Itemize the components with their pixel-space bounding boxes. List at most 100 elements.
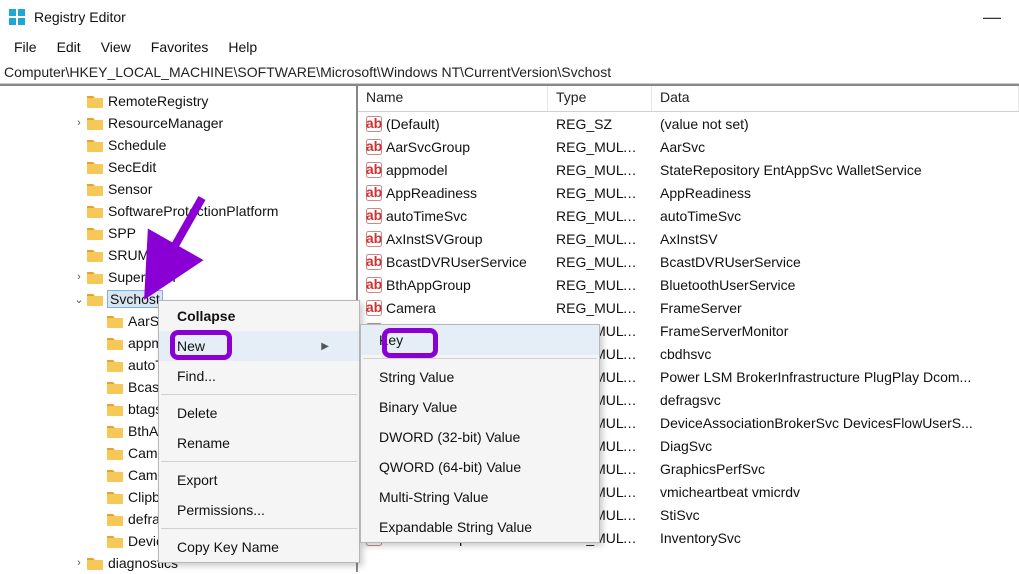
menu-item-qword-64-bit-value[interactable]: QWORD (64-bit) Value [361,452,599,482]
tree-node-superfetch[interactable]: › Superfetch [0,266,356,288]
menu-item-label: Copy Key Name [177,539,279,555]
menu-item-label: QWORD (64-bit) Value [379,459,521,475]
menu-item-permissions-[interactable]: Permissions... [159,495,359,525]
string-value-icon: ab [366,277,382,293]
menu-item-export[interactable]: Export [159,465,359,495]
expand-icon[interactable]: › [72,271,86,283]
menu-item-label: Delete [177,405,217,421]
tree-node-srum[interactable]: SRUM [0,244,356,266]
value-name: Camera [386,300,436,316]
menu-bar: File Edit View Favorites Help [0,34,1019,60]
value-row[interactable]: abAxInstSVGroupREG_MULTI_SZAxInstSV [358,227,1019,250]
menu-item-string-value[interactable]: String Value [361,362,599,392]
value-data: Power LSM BrokerInfrastructure PlugPlay … [652,369,1019,385]
col-header-name[interactable]: Name [358,86,548,111]
new-submenu: Key String Value Binary Value DWORD (32-bit… [360,324,600,543]
menu-item-binary-value[interactable]: Binary Value [361,392,599,422]
minimize-button[interactable]: — [973,5,1011,30]
value-type: REG_SZ [548,116,652,132]
col-header-type[interactable]: Type [548,86,652,111]
expand-icon[interactable]: ⌄ [72,293,86,306]
tree-node-sensor[interactable]: Sensor [0,178,356,200]
path-text: Computer\HKEY_LOCAL_MACHINE\SOFTWARE\Mic… [4,64,611,80]
menu-item-copy-key-name[interactable]: Copy Key Name [159,532,359,562]
string-value-icon: ab [366,185,382,201]
value-name: appmodel [386,162,448,178]
menu-item-label: Expandable String Value [379,519,532,535]
value-row[interactable]: ab(Default)REG_SZ(value not set) [358,112,1019,135]
value-row[interactable]: abBthAppGroupREG_MULTI_SZBluetoothUserSe… [358,273,1019,296]
menu-item-key[interactable]: Key [361,325,599,355]
value-row[interactable]: abBcastDVRUserServiceREG_MULTI_SZBcastDV… [358,250,1019,273]
menu-item-label: Key [379,332,403,348]
tree-label: RemoteRegistry [108,93,208,109]
value-data: DeviceAssociationBrokerSvc DevicesFlowUs… [652,415,1019,431]
value-row[interactable]: abAarSvcGroupREG_MULTI_SZAarSvc [358,135,1019,158]
tree-node-resourcemanager[interactable]: ›ResourceManager [0,112,356,134]
svg-text:ab: ab [366,208,382,223]
value-row[interactable]: abautoTimeSvcREG_MULTI_SZautoTimeSvc [358,204,1019,227]
menu-file[interactable]: File [4,37,47,57]
folder-icon [86,247,104,263]
menu-item-dword-32-bit-value[interactable]: DWORD (32-bit) Value [361,422,599,452]
tree-label: Sensor [108,181,152,197]
expand-icon[interactable]: › [72,117,86,129]
value-type: REG_MULTI_SZ [548,277,652,293]
tree-node-remoteregistry[interactable]: RemoteRegistry [0,90,356,112]
tree-node-spp[interactable]: SPP [0,222,356,244]
tree-label: Superfetch [108,269,176,285]
menu-item-find-[interactable]: Find... [159,361,359,391]
menu-favorites[interactable]: Favorites [141,37,219,57]
string-value-icon: ab [366,139,382,155]
menu-help[interactable]: Help [218,37,267,57]
menu-view[interactable]: View [91,37,141,57]
menu-item-label: String Value [379,369,454,385]
value-type: REG_MULTI_SZ [548,231,652,247]
folder-icon [106,511,124,527]
value-data: AxInstSV [652,231,1019,247]
menu-item-label: Find... [177,368,216,384]
path-bar[interactable]: Computer\HKEY_LOCAL_MACHINE\SOFTWARE\Mic… [0,60,1019,84]
menu-separator [363,358,597,359]
tree-label: SecEdit [108,159,156,175]
tree-node-schedule[interactable]: Schedule [0,134,356,156]
value-data: StiSvc [652,507,1019,523]
folder-icon [86,225,104,241]
menu-item-new[interactable]: New▶ [159,331,359,361]
string-value-icon: ab [366,300,382,316]
folder-icon [106,445,124,461]
value-row[interactable]: abAppReadinessREG_MULTI_SZAppReadiness [358,181,1019,204]
col-header-data[interactable]: Data [652,86,1019,111]
value-row[interactable]: abCameraREG_MULTI_SZFrameServer [358,296,1019,319]
svg-text:ab: ab [366,116,382,131]
folder-icon [86,115,104,131]
value-type: REG_MULTI_SZ [548,185,652,201]
folder-icon [86,203,104,219]
menu-item-rename[interactable]: Rename [159,428,359,458]
menu-item-multi-string-value[interactable]: Multi-String Value [361,482,599,512]
value-type: REG_MULTI_SZ [548,208,652,224]
string-value-icon: ab [366,208,382,224]
tree-node-secedit[interactable]: SecEdit [0,156,356,178]
value-row[interactable]: abappmodelREG_MULTI_SZStateRepository En… [358,158,1019,181]
menu-item-label: Permissions... [177,502,265,518]
menu-item-expandable-string-value[interactable]: Expandable String Value [361,512,599,542]
svg-text:ab: ab [366,139,382,154]
folder-icon [106,401,124,417]
menu-item-collapse[interactable]: Collapse [159,301,359,331]
menu-edit[interactable]: Edit [47,37,91,57]
value-name: BcastDVRUserService [386,254,527,270]
expand-icon[interactable]: › [72,557,86,569]
menu-separator [161,528,357,529]
menu-item-label: Binary Value [379,399,457,415]
tree-label: SRUM [108,247,149,263]
svg-text:ab: ab [366,277,382,292]
folder-icon [86,269,104,285]
menu-item-delete[interactable]: Delete [159,398,359,428]
menu-item-label: Export [177,472,217,488]
menu-item-label: DWORD (32-bit) Value [379,429,520,445]
tree-node-softwareprotectionplatform[interactable]: SoftwareProtectionPlatform [0,200,356,222]
value-name: autoTimeSvc [386,208,467,224]
value-type: REG_MULTI_SZ [548,254,652,270]
folder-icon [86,291,104,307]
